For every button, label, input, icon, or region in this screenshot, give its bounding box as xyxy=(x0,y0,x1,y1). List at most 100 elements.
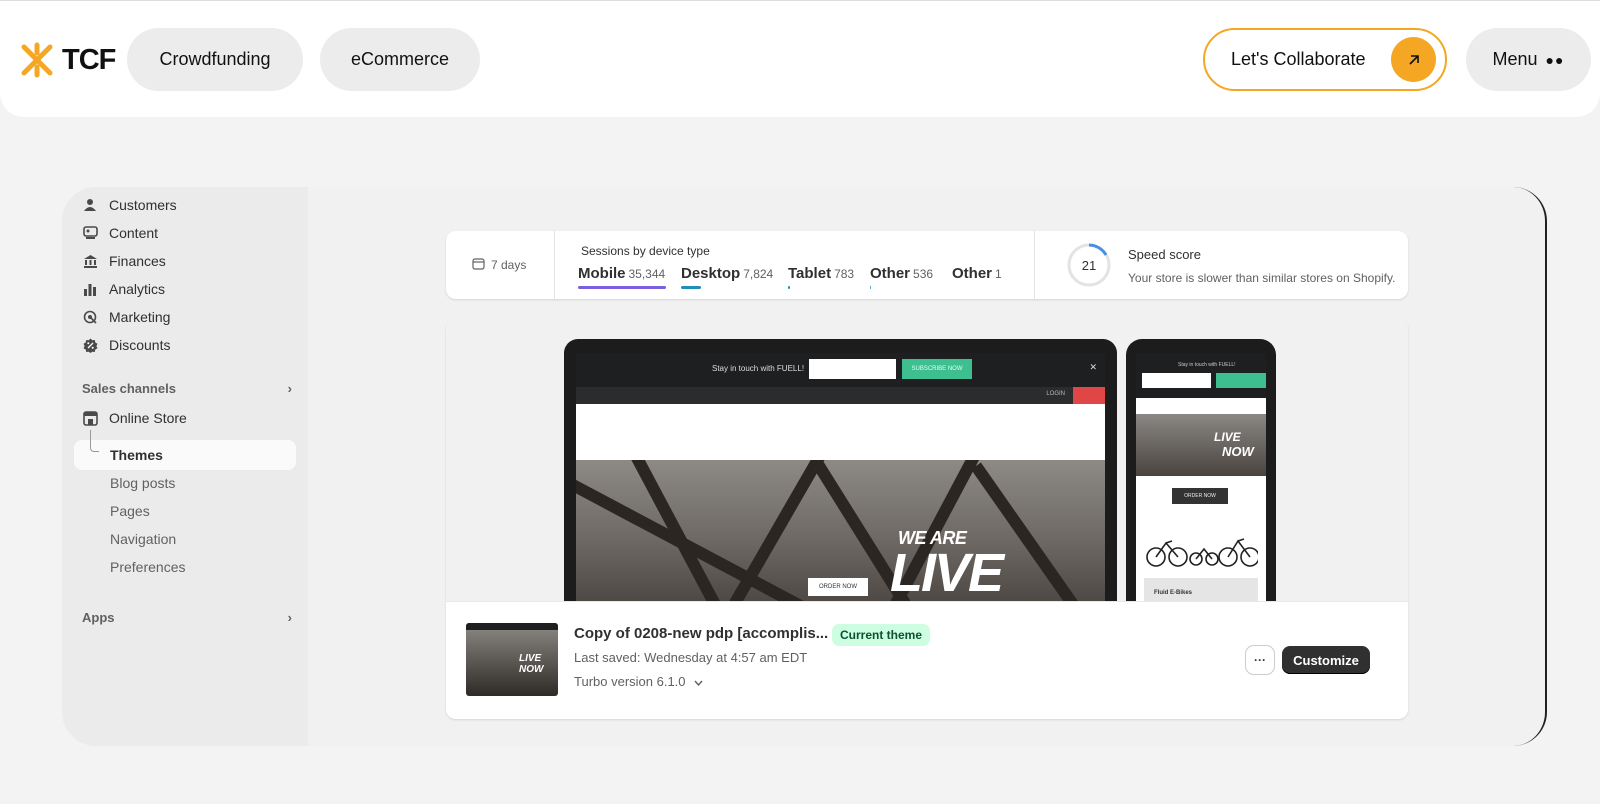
device-desktop[interactable]: Desktop 7,824 xyxy=(681,265,773,282)
mobile-subscribe-button xyxy=(1216,373,1266,388)
tablet-share-bar xyxy=(788,286,790,289)
mobile-share-bar xyxy=(578,286,666,289)
mobile-hero-image: LIVE NOW xyxy=(1136,414,1266,476)
apps-label: Apps xyxy=(82,610,115,625)
mobile-preview: Stay in touch with FUELL! LIVE NOW ORDER… xyxy=(1126,339,1276,601)
device-name: Mobile xyxy=(578,265,626,282)
device-other[interactable]: Other 536 xyxy=(870,265,933,282)
logo-mark-icon xyxy=(18,41,56,79)
chevron-down-icon xyxy=(694,674,703,689)
sessions-stats-card: 7 days Sessions by device type Mobile 35,… xyxy=(446,231,1408,299)
sidebar-item-content[interactable]: Content xyxy=(82,223,158,243)
current-theme-card: Stay in touch with FUELL! SUBSCRIBE NOW … xyxy=(446,319,1408,719)
device-count: 7,824 xyxy=(743,267,774,281)
sidebar-item-themes[interactable] xyxy=(74,440,296,470)
tcf-logo[interactable]: TCF xyxy=(18,41,116,79)
sales-channels-label: Sales channels xyxy=(82,381,176,396)
device-count: 783 xyxy=(834,267,855,281)
mobile-preview-screen: Stay in touch with FUELL! LIVE NOW ORDER… xyxy=(1136,353,1266,601)
sidebar-item-customers[interactable]: Customers xyxy=(82,195,177,215)
mobile-collection-label: Fluid E-Bikes xyxy=(1144,578,1258,601)
theme-name: Copy of 0208-new pdp [accomplis... xyxy=(574,625,829,642)
preview-nav: LOGIN xyxy=(576,387,1105,404)
sidebar-item-label: Analytics xyxy=(109,281,166,297)
thumbnail-header xyxy=(466,623,558,630)
desktop-share-bar xyxy=(681,286,701,289)
mobile-hero-line2: NOW xyxy=(1222,444,1254,459)
sidebar-item-finances[interactable]: Finances xyxy=(82,251,166,271)
person-icon xyxy=(82,197,98,213)
mobile-hero-line1: LIVE xyxy=(1214,430,1241,444)
preview-hero-image: WE ARE LIVE ORDER NOW xyxy=(576,460,1105,601)
theme-version-dropdown[interactable]: Turbo version 6.1.0 xyxy=(574,674,703,689)
device-count: 536 xyxy=(913,267,934,281)
mobile-order-button: ORDER NOW xyxy=(1172,488,1228,504)
sidebar-item-online-store[interactable]: Online Store xyxy=(82,408,187,428)
desktop-preview: Stay in touch with FUELL! SUBSCRIBE NOW … xyxy=(564,339,1117,601)
tree-connector xyxy=(90,430,99,452)
preview-cart-badge xyxy=(1073,387,1105,404)
bar-chart-icon xyxy=(82,281,98,297)
announcement-bar: Stay in touch with FUELL! SUBSCRIBE NOW … xyxy=(576,353,1105,387)
preview-subscribe-button: SUBSCRIBE NOW xyxy=(902,359,972,379)
sidebar-item-preferences[interactable]: Preferences xyxy=(110,559,185,575)
sidebar-item-marketing[interactable]: Marketing xyxy=(82,307,170,327)
desktop-preview-screen: Stay in touch with FUELL! SUBSCRIBE NOW … xyxy=(576,353,1105,601)
logo-text: TCF xyxy=(62,43,116,76)
admin-sidebar: Customers Content Finances Analytics Mar… xyxy=(62,187,308,746)
chevron-right-icon: › xyxy=(287,610,292,625)
sessions-title: Sessions by device type xyxy=(581,244,710,258)
menu-button[interactable]: Menu ●● xyxy=(1466,28,1591,91)
date-range-picker[interactable]: 7 days xyxy=(472,257,526,273)
calendar-icon xyxy=(472,257,485,273)
theme-version-label: Turbo version 6.1.0 xyxy=(574,674,686,689)
menu-label: Menu xyxy=(1492,49,1538,69)
sidebar-item-label: Marketing xyxy=(109,309,171,325)
mobile-email-input xyxy=(1142,373,1211,388)
sidebar-item-pages[interactable]: Pages xyxy=(110,503,150,519)
sidebar-item-label: Discounts xyxy=(109,337,171,353)
current-theme-badge: Current theme xyxy=(832,624,931,646)
apps-header[interactable]: Apps › xyxy=(82,610,292,625)
customize-button[interactable]: Customize xyxy=(1282,646,1370,674)
theme-preview[interactable]: Stay in touch with FUELL! SUBSCRIBE NOW … xyxy=(446,319,1408,601)
divider xyxy=(554,231,555,299)
mobile-announcement-text: Stay in touch with FUELL! xyxy=(1178,362,1236,368)
speed-score-value: 21 xyxy=(1081,257,1097,273)
thumbnail-hero-line2: NOW xyxy=(519,664,544,675)
device-mobile[interactable]: Mobile 35,344 xyxy=(578,265,665,282)
device-other-2[interactable]: Other 1 xyxy=(952,265,1002,282)
device-count: 1 xyxy=(995,267,1002,281)
close-icon: ✕ xyxy=(1089,362,1097,372)
sales-channels-header[interactable]: Sales channels › xyxy=(82,381,292,396)
thumbnail-hero-line1: LIVE xyxy=(519,653,542,664)
speed-score-title[interactable]: Speed score xyxy=(1128,247,1201,262)
target-icon xyxy=(82,309,98,325)
device-tablet[interactable]: Tablet 783 xyxy=(788,265,854,282)
sidebar-item-label: Customers xyxy=(109,197,177,213)
bikes-image xyxy=(1146,538,1258,567)
sidebar-item-label: Content xyxy=(109,225,159,241)
bank-icon xyxy=(82,253,98,269)
preview-email-input xyxy=(809,359,896,379)
device-name: Desktop xyxy=(681,265,741,282)
nav-ecommerce[interactable]: eCommerce xyxy=(320,28,480,91)
sidebar-item-analytics[interactable]: Analytics xyxy=(82,279,165,299)
mobile-announcement-bar: Stay in touch with FUELL! xyxy=(1136,353,1266,398)
theme-info-bar: LIVE NOW Copy of 0208-new pdp [accomplis.… xyxy=(446,601,1408,719)
sidebar-item-discounts[interactable]: Discounts xyxy=(82,335,170,355)
chevron-right-icon: › xyxy=(287,381,292,396)
sidebar-item-navigation[interactable]: Navigation xyxy=(110,531,176,547)
device-name: Tablet xyxy=(788,265,832,282)
sidebar-item-blog-posts[interactable]: Blog posts xyxy=(110,475,175,491)
arrow-up-right-icon xyxy=(1391,37,1436,82)
site-header: TCF Crowdfunding eCommerce Let's Collabo… xyxy=(0,0,1600,117)
nav-crowdfunding[interactable]: Crowdfunding xyxy=(127,28,303,91)
dots-icon: ●● xyxy=(1545,51,1565,68)
lets-collaborate-button[interactable]: Let's Collaborate xyxy=(1203,28,1447,91)
more-actions-button[interactable]: ··· xyxy=(1246,646,1274,674)
sidebar-item-label: Online Store xyxy=(109,410,187,426)
device-name: Other xyxy=(870,265,911,282)
discount-icon xyxy=(82,337,98,353)
announcement-text: Stay in touch with FUELL! xyxy=(712,364,805,373)
